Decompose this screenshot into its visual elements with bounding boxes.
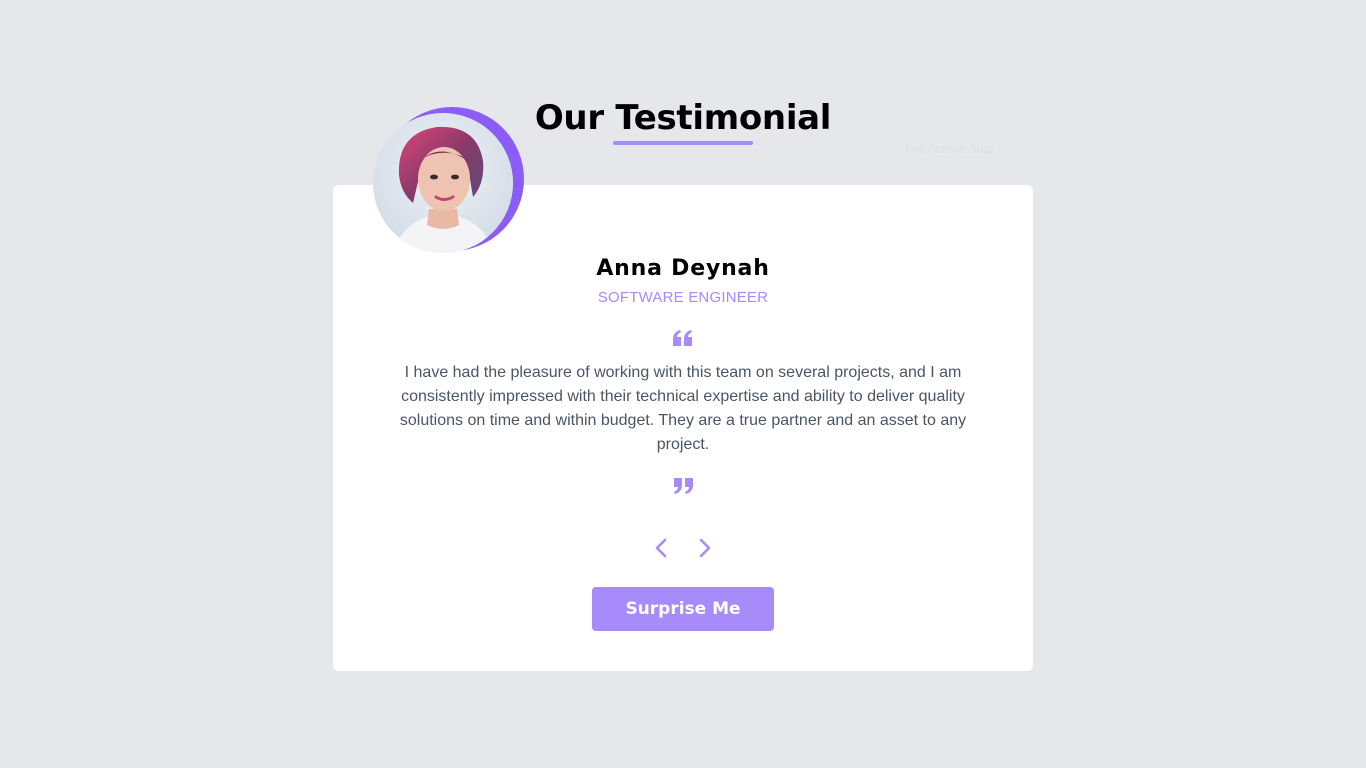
prev-button[interactable] <box>649 535 675 561</box>
testimonial-quote: I have had the pleasure of working with … <box>399 364 967 453</box>
title-underline <box>613 141 753 145</box>
testimonial-name: Anna Deynah <box>596 256 770 281</box>
chevron-right-icon <box>699 538 711 558</box>
quote-close-icon <box>674 478 693 494</box>
next-button[interactable] <box>691 535 717 561</box>
screen-snip-overlay: Full Screen Snip <box>873 139 1045 159</box>
surprise-me-button[interactable]: Surprise Me <box>592 587 774 631</box>
testimonial-role: SOFTWARE ENGINEER <box>597 289 769 306</box>
page-title: Our Testimonial <box>534 98 832 138</box>
chevron-left-icon <box>655 538 667 558</box>
avatar <box>373 113 513 253</box>
quote-open-icon <box>673 330 692 346</box>
